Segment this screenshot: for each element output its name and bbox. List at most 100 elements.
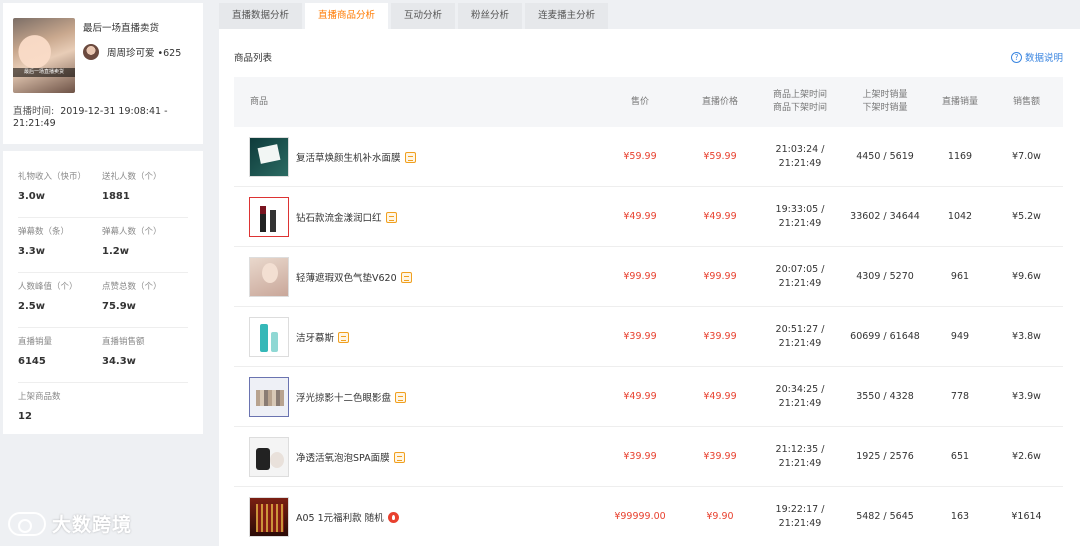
price: ¥39.99 <box>623 451 657 462</box>
live-price: ¥49.99 <box>703 211 737 222</box>
product-name[interactable]: 净透活氧泡泡SPA面膜 <box>296 450 390 464</box>
header-shelf-time-label: 商品上架时间 <box>772 90 827 100</box>
product-thumbnail[interactable] <box>249 317 289 357</box>
live-cover-image[interactable]: 最后一场直播卖货 <box>13 18 75 93</box>
stat-live-sales: 直播销量 6145 <box>18 335 102 382</box>
tab-fans-analysis[interactable]: 粉丝分析 <box>458 3 523 29</box>
live-sales-cell: 961 <box>930 247 990 307</box>
product-name[interactable]: 钻石款流金漾润口红 <box>296 210 382 224</box>
product-list-section: 商品列表 ? 数据说明 商品 售价 直播价格 商品上架时间 商品下架时间 上架时销… <box>219 29 1080 546</box>
product-name-cell[interactable]: 钻石款流金漾润口红 <box>296 187 397 247</box>
hot-tag-icon <box>387 511 399 523</box>
product-name[interactable]: 浮光掠影十二色眼影盘 <box>296 390 391 404</box>
live-price: ¥59.99 <box>703 151 737 162</box>
product-name-cell[interactable]: 净透活氧泡泡SPA面膜 <box>296 427 405 487</box>
on-shelf-time: 21:12:35 / <box>775 444 825 455</box>
live-price-cell: ¥59.99 <box>680 127 760 187</box>
live-sales: 1042 <box>947 211 973 222</box>
on-shelf-time: 20:34:25 / <box>775 384 825 395</box>
data-help-label: 数据说明 <box>1024 53 1063 64</box>
live-sales-cell: 1169 <box>930 127 990 187</box>
live-title: 最后一场直播卖货 <box>83 23 160 34</box>
price-cell: ¥39.99 <box>600 307 680 367</box>
table-row[interactable]: 钻石款流金漾润口红 ¥49.99 ¥49.99 19:33:05 / 21:21:… <box>234 187 1063 247</box>
table-row[interactable]: 洁牙慕斯 ¥39.99 ¥39.99 20:51:27 / 21:21:49 60… <box>234 307 1063 367</box>
live-sales: 961 <box>950 271 970 282</box>
shelf-sales: 3550 / 4328 <box>856 391 914 402</box>
table-row[interactable]: A05 1元福利款 随机 ¥99999.00 ¥9.90 19:22:17 / 2… <box>234 487 1063 546</box>
stat-label: 人数峰值（个） <box>18 282 78 292</box>
stat-row: 直播销量 6145 直播销售额 34.3w <box>18 328 188 383</box>
live-sales: 778 <box>950 391 970 402</box>
revenue: ¥3.8w <box>1012 331 1041 342</box>
live-price-cell: ¥49.99 <box>680 187 760 247</box>
table-header: 商品 售价 直播价格 商品上架时间 商品下架时间 上架时销量 下架时销量 直播销量 … <box>234 77 1063 127</box>
shop-tag-icon <box>385 211 397 223</box>
product-name-cell[interactable]: 浮光掠影十二色眼影盘 <box>296 367 407 427</box>
shelf-time-cell: 20:51:27 / 21:21:49 <box>760 307 840 367</box>
table-row[interactable]: 轻薄遮瑕双色气垫V620 ¥99.99 ¥99.99 20:07:05 / 21:… <box>234 247 1063 307</box>
live-sales-cell: 949 <box>930 307 990 367</box>
on-shelf-time: 20:51:27 / <box>775 324 825 335</box>
product-name-cell[interactable]: 复活草焕颜生机补水面膜 <box>296 127 416 187</box>
product-thumbnail[interactable] <box>249 197 289 237</box>
revenue: ¥9.6w <box>1012 271 1041 282</box>
cover-portrait <box>13 18 75 93</box>
header-off-time-label: 商品下架时间 <box>772 103 827 113</box>
table-row[interactable]: 浮光掠影十二色眼影盘 ¥49.99 ¥49.99 20:34:25 / 21:21… <box>234 367 1063 427</box>
shelf-sales: 1925 / 2576 <box>856 451 914 462</box>
product-thumbnail[interactable] <box>249 377 289 417</box>
product-name[interactable]: 复活草焕颜生机补水面膜 <box>296 150 401 164</box>
stat-row: 礼物收入（快币） 3.0w 送礼人数（个） 1881 <box>18 163 188 218</box>
anchor-avatar[interactable] <box>83 44 99 60</box>
stat-total-likes: 点赞总数（个） 75.9w <box>102 280 186 327</box>
off-shelf-time: 21:21:49 <box>778 218 822 229</box>
stat-value: 3.0w <box>18 191 45 202</box>
stat-value: 1.2w <box>102 246 129 257</box>
live-sales: 651 <box>950 451 970 462</box>
product-name-cell[interactable]: A05 1元福利款 随机 <box>296 487 399 546</box>
product-name-cell[interactable]: 轻薄遮瑕双色气垫V620 <box>296 247 412 307</box>
product-name[interactable]: 轻薄遮瑕双色气垫V620 <box>296 270 397 284</box>
live-price-cell: ¥99.99 <box>680 247 760 307</box>
anchor-info[interactable]: 周周珍可爱 •625 <box>83 44 181 60</box>
live-sales-cell: 163 <box>930 487 990 546</box>
shop-tag-icon <box>404 151 416 163</box>
anchor-name[interactable]: 周周珍可爱 •625 <box>107 45 181 59</box>
shelf-sales: 33602 / 34644 <box>850 211 920 222</box>
product-name[interactable]: 洁牙慕斯 <box>296 330 334 344</box>
stat-value: 2.5w <box>18 301 45 312</box>
live-sales-cell: 778 <box>930 367 990 427</box>
shelf-time-cell: 20:34:25 / 21:21:49 <box>760 367 840 427</box>
product-thumbnail[interactable] <box>249 437 289 477</box>
data-help-link[interactable]: ? 数据说明 <box>1010 50 1063 64</box>
live-sales: 163 <box>950 511 970 522</box>
table-row[interactable]: 复活草焕颜生机补水面膜 ¥59.99 ¥59.99 21:03:24 / 21:2… <box>234 127 1063 187</box>
live-price-cell: ¥39.99 <box>680 427 760 487</box>
price: ¥59.99 <box>623 151 657 162</box>
product-thumbnail[interactable] <box>249 257 289 297</box>
on-shelf-time: 21:03:24 / <box>775 144 825 155</box>
live-price: ¥39.99 <box>703 451 737 462</box>
live-price-cell: ¥9.90 <box>680 487 760 546</box>
header-revenue: 销售额 <box>990 77 1063 127</box>
live-summary-card: 最后一场直播卖货 最后一场直播卖货 周周珍可爱 •625 直播时间: 2019-1… <box>3 3 203 144</box>
tab-interaction-analysis[interactable]: 互动分析 <box>391 3 456 29</box>
header-revenue-label: 销售额 <box>1012 96 1040 107</box>
product-name-cell[interactable]: 洁牙慕斯 <box>296 307 350 367</box>
revenue: ¥1614 <box>1011 511 1042 522</box>
product-name[interactable]: A05 1元福利款 随机 <box>296 510 384 524</box>
shop-tag-icon <box>393 451 405 463</box>
on-shelf-time: 19:33:05 / <box>775 204 825 215</box>
stat-listed-products: 上架商品数 12 <box>18 390 102 438</box>
live-price: ¥39.99 <box>703 331 737 342</box>
tab-live-product-analysis[interactable]: 直播商品分析 <box>305 3 389 29</box>
live-price: ¥9.90 <box>706 511 734 522</box>
product-thumbnail[interactable] <box>249 497 289 537</box>
tab-co-host-analysis[interactable]: 连麦播主分析 <box>525 3 609 29</box>
revenue: ¥2.6w <box>1012 451 1041 462</box>
product-thumbnail[interactable] <box>249 137 289 177</box>
table-row[interactable]: 净透活氧泡泡SPA面膜 ¥39.99 ¥39.99 21:12:35 / 21:2… <box>234 427 1063 487</box>
live-price: ¥99.99 <box>703 271 737 282</box>
tab-live-data-analysis[interactable]: 直播数据分析 <box>219 3 303 29</box>
